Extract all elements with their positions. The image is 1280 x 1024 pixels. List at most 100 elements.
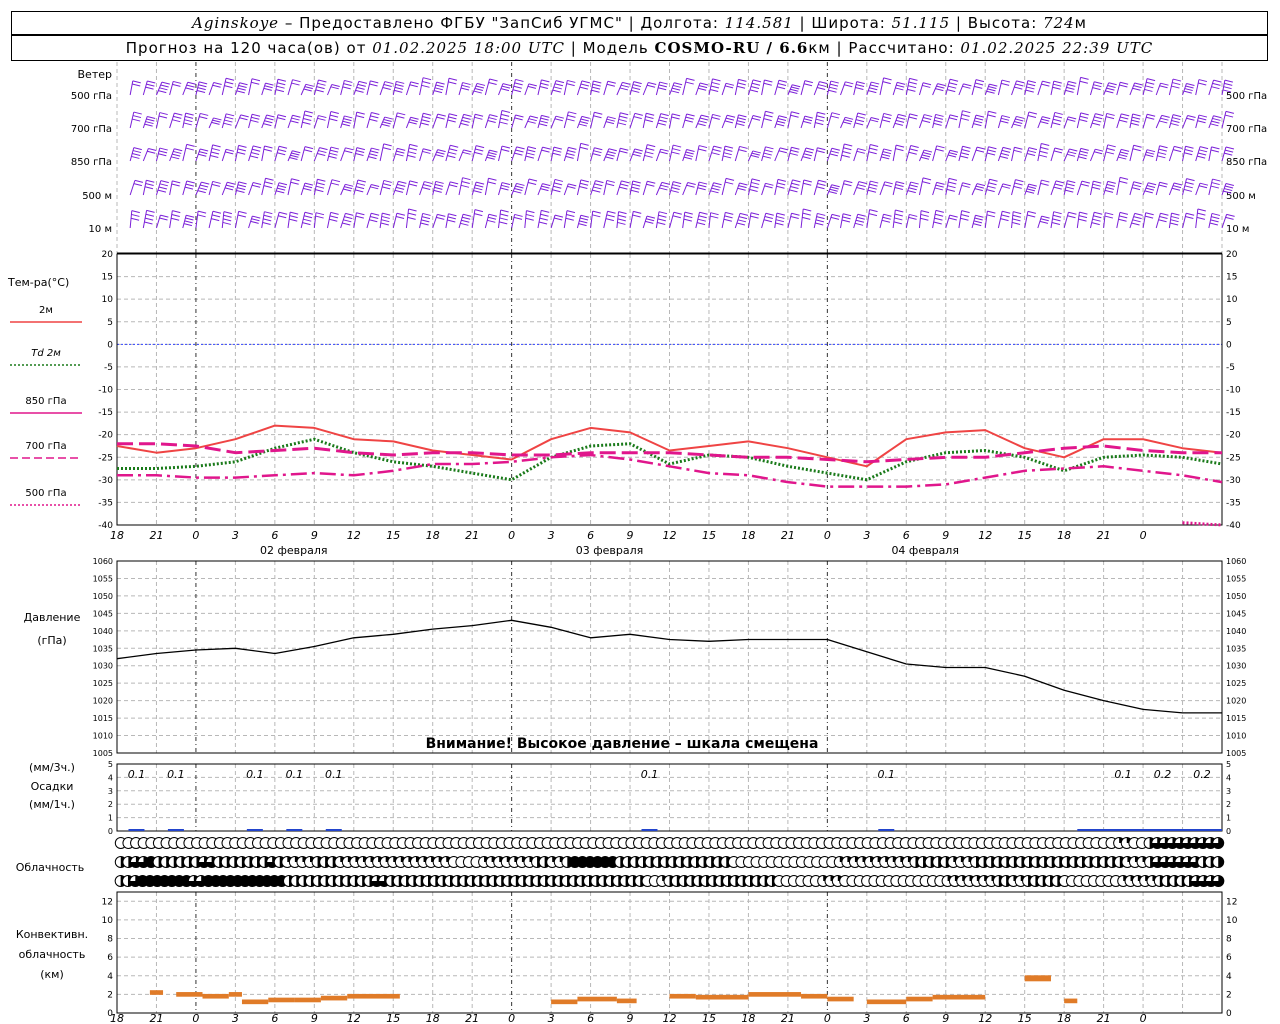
wind-barb-feather [1160, 117, 1169, 121]
wind-barb [1024, 80, 1029, 96]
wind-barb-feather [448, 81, 457, 85]
wind-barb-feather [488, 152, 497, 155]
wind-barb [340, 80, 345, 96]
wind-barb-feather [422, 186, 431, 190]
wind-barb [997, 79, 1003, 96]
wind-barb-feather [1091, 122, 1101, 126]
wind-barb-feather [265, 117, 274, 121]
wind-barb [1011, 147, 1015, 162]
wind-barb [721, 83, 727, 96]
wind-barb-feather [1158, 148, 1167, 152]
conv-title-1: Конвективн. [16, 928, 88, 941]
wind-barb-feather [935, 148, 944, 152]
wind-barb-feather [948, 85, 957, 89]
wind-barb-feather [1159, 215, 1168, 219]
wind-barb-feather [894, 187, 903, 190]
precip-bar-long [1077, 829, 1222, 831]
wind-barb-feather [355, 89, 364, 93]
wind-barb-feather [648, 82, 657, 86]
wind-barb-feather [1146, 149, 1156, 153]
wind-barb-feather [355, 153, 364, 156]
wind-barb-feather [803, 208, 812, 212]
wind-barb [945, 114, 951, 129]
wind-barb [721, 146, 726, 162]
wind-barb [787, 147, 792, 162]
wind-barb-feather [238, 84, 247, 88]
wind-barb-feather [448, 77, 458, 81]
wind-barb-feather [398, 180, 407, 184]
wind-barb-feather [250, 220, 259, 224]
wind-barb-feather [252, 182, 262, 185]
hour-tick-label-bottom: 15 [702, 1012, 716, 1024]
wind-barb-feather [224, 119, 233, 123]
wind-barb-feather [238, 210, 247, 214]
wind-barb-feather [540, 117, 549, 121]
wind-barb-feather [355, 189, 364, 193]
wind-barb-feather [658, 211, 668, 215]
precip-value-label: 0.1 [1114, 768, 1132, 781]
wind-barb [300, 146, 306, 162]
wind-barb-feather [394, 89, 403, 93]
wind-barb-feather [988, 146, 997, 150]
wind-barb-feather [276, 85, 285, 89]
wind-barb-feather [791, 212, 800, 216]
wind-barb [169, 112, 175, 129]
wind-barb-feather [474, 88, 484, 92]
wind-barb [932, 210, 937, 229]
wind-barb-feather [630, 189, 640, 193]
wind-barb-feather [764, 185, 773, 189]
wind-barb-feather [881, 119, 891, 123]
wind-barb [734, 79, 739, 96]
wind-barb-feather [539, 120, 549, 124]
wind-barb-feather [277, 152, 286, 156]
wind-barb [326, 146, 332, 162]
wind-barb [405, 208, 410, 229]
wind-barb-feather [949, 78, 959, 82]
temp-tick-right: -40 [1226, 521, 1241, 531]
wind-barb-feather [883, 77, 892, 81]
wind-barb-feather [842, 216, 851, 220]
wind-barb-feather [593, 186, 602, 190]
wind-barb-feather [947, 185, 956, 189]
wind-barb [1076, 212, 1080, 229]
wind-barb-feather [1079, 153, 1088, 157]
wind-barb-feather [447, 219, 456, 223]
wind-barb-feather [724, 145, 734, 149]
wind-barb-feather [304, 149, 313, 153]
wind-barb-feather [1119, 154, 1128, 157]
wind-barb-feather [631, 186, 640, 190]
wind-barb-feather [697, 218, 707, 222]
wind-barb [366, 112, 372, 129]
wind-barb-feather [723, 152, 732, 156]
wind-barb [958, 210, 963, 229]
wind-barb-feather [805, 147, 815, 151]
wind-barb-feather [566, 118, 575, 122]
hour-tick-label-bottom: 12 [347, 1012, 361, 1024]
wind-barb-feather [657, 122, 666, 126]
wind-barb-feather [279, 211, 288, 215]
pressure-tick-left: 1045 [93, 609, 113, 618]
wind-barb-feather [831, 184, 840, 188]
wind-barb-feather [369, 219, 378, 223]
wind-barb-feather [1185, 181, 1194, 185]
wind-barb-feather [251, 78, 261, 82]
cloud-symbol [1212, 856, 1225, 868]
wind-barb-feather [227, 181, 236, 185]
temp-legend-label: 850 гПа [25, 396, 66, 407]
wind-barb [879, 214, 884, 229]
wind-barb-feather [1078, 218, 1087, 222]
wind-barb [1103, 144, 1109, 162]
precip-tick-left: 1 [108, 814, 113, 823]
wind-barb-feather [1040, 182, 1049, 186]
wind-barb [866, 117, 872, 129]
wind-barb [129, 180, 136, 196]
wind-barb-feather [644, 119, 653, 123]
wind-barb [379, 143, 385, 162]
wind-barb-feather [371, 111, 380, 115]
wind-barb-feather [186, 84, 195, 88]
wind-barb-feather [593, 80, 602, 84]
precip-bar [167, 829, 184, 831]
wind-barb-feather [317, 82, 326, 86]
wind-barb-feather [1002, 146, 1012, 150]
wind-barb-feather [844, 84, 853, 88]
